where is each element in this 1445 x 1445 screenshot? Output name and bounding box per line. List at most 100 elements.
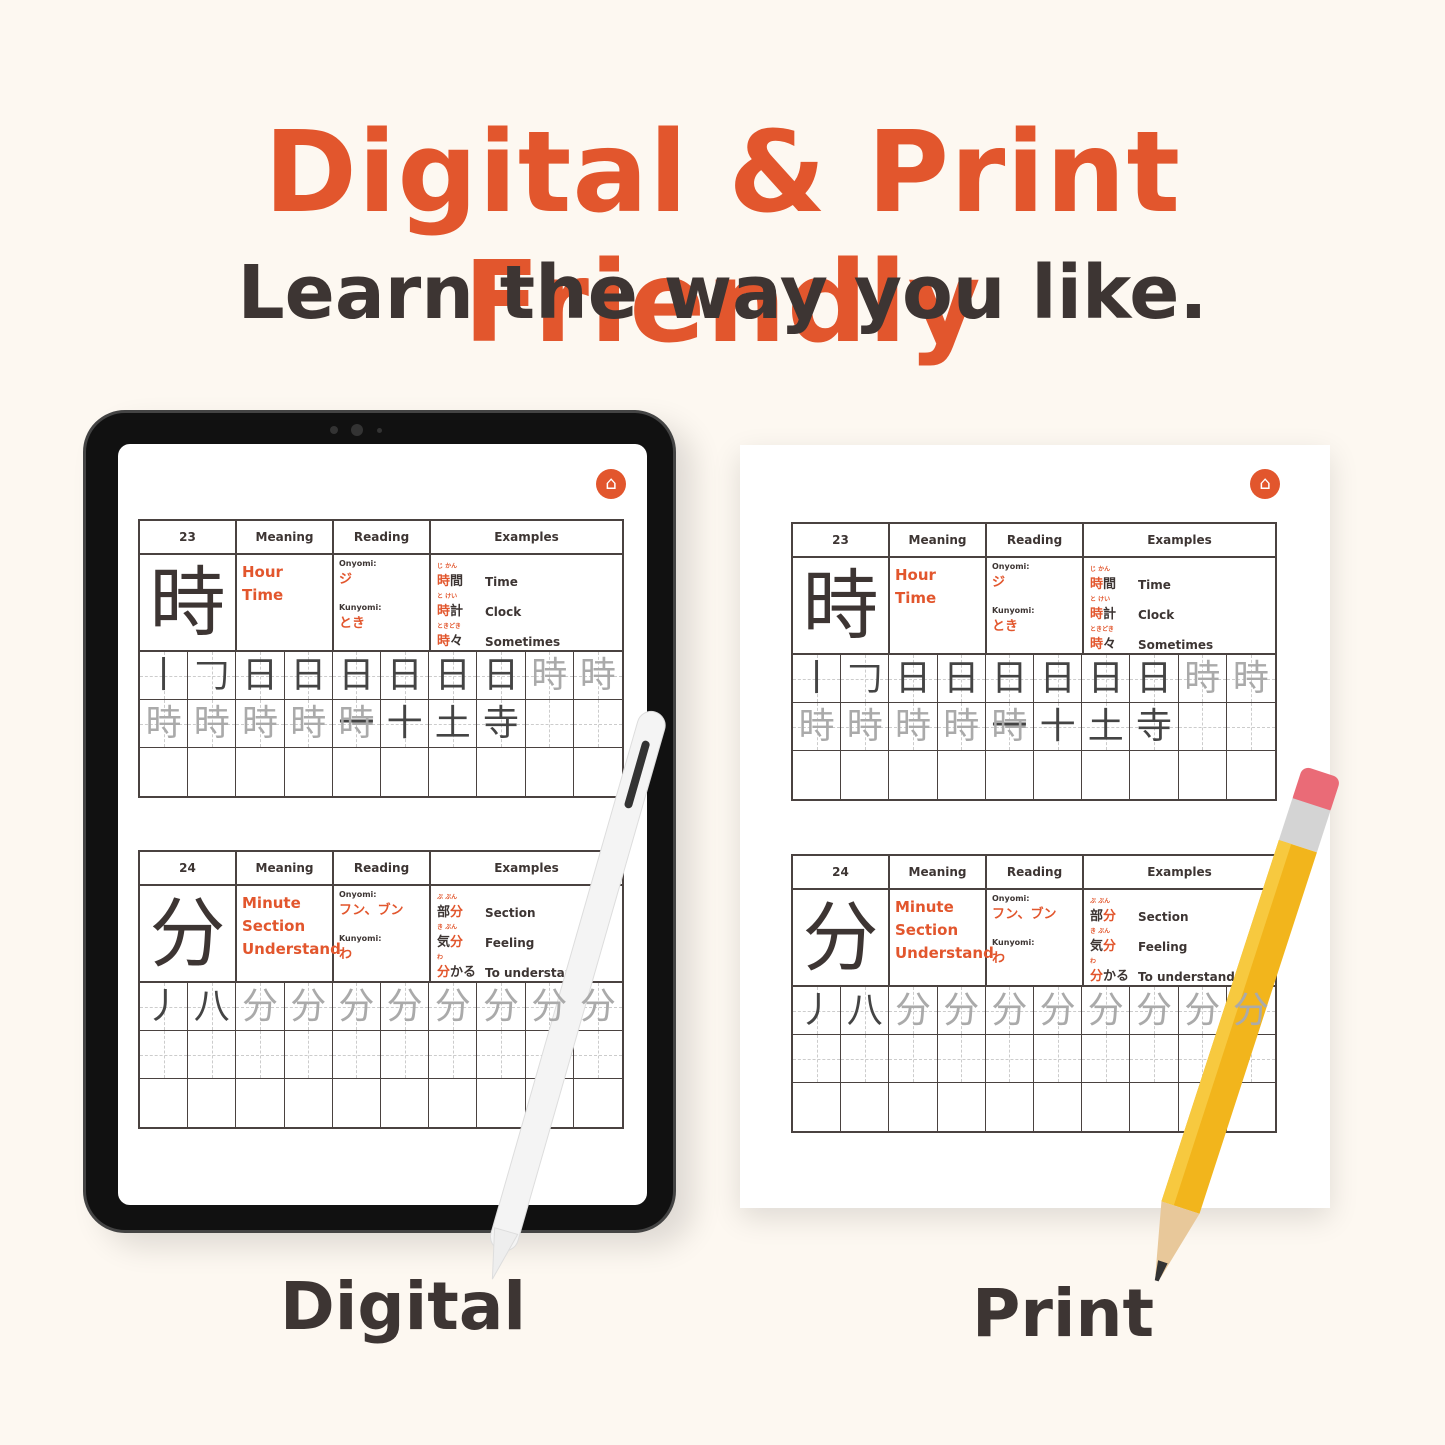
practice-cell[interactable]: 時 (140, 700, 189, 748)
practice-cell[interactable] (236, 1031, 285, 1079)
practice-cell[interactable]: 丨 (140, 652, 189, 700)
practice-cell[interactable] (841, 1035, 890, 1083)
practice-cell[interactable] (793, 751, 842, 799)
practice-cell[interactable] (525, 700, 574, 748)
practice-cell[interactable]: 日一 (332, 652, 381, 744)
practice-cell[interactable] (1226, 703, 1276, 751)
practice-cell[interactable] (1130, 1035, 1179, 1083)
practice-cell[interactable]: 時 (985, 703, 1034, 751)
practice-cell[interactable] (573, 700, 623, 748)
practice-cell[interactable]: 分 (284, 983, 333, 1031)
practice-cell[interactable] (477, 1079, 526, 1127)
practice-cell[interactable] (1179, 1083, 1227, 1131)
practice-cell[interactable] (140, 1031, 189, 1079)
practice-cell[interactable]: 日一 (985, 655, 1034, 747)
practice-cell[interactable] (1130, 751, 1179, 799)
practice-cell[interactable]: 分 (236, 983, 285, 1031)
practice-cell[interactable] (793, 1035, 842, 1083)
practice-cell[interactable] (889, 1083, 938, 1131)
practice-cell[interactable] (1178, 703, 1227, 751)
practice-cell[interactable]: 丿 (140, 983, 189, 1031)
practice-cell[interactable]: 日十 (1034, 655, 1083, 747)
practice-cell[interactable]: 時 (284, 700, 333, 748)
practice-cell[interactable] (188, 1079, 237, 1127)
practice-cell[interactable] (889, 751, 938, 799)
practice-cell[interactable] (526, 748, 574, 796)
practice-cell[interactable] (986, 751, 1034, 799)
practice-cell[interactable] (841, 751, 890, 799)
practice-cell[interactable] (140, 1079, 189, 1127)
practice-cell[interactable] (1179, 751, 1227, 799)
practice-cell[interactable] (985, 1035, 1034, 1083)
practice-cell[interactable] (333, 748, 381, 796)
practice-cell[interactable]: 分 (1226, 987, 1276, 1035)
practice-cell[interactable]: 分 (1178, 987, 1227, 1035)
practice-cell[interactable] (1178, 1035, 1227, 1083)
practice-cell[interactable] (526, 1079, 574, 1127)
practice-cell[interactable]: 時 (188, 700, 237, 748)
practice-cell[interactable] (1034, 1083, 1083, 1131)
practice-cell[interactable]: 分 (1130, 987, 1179, 1035)
practice-cell[interactable] (1226, 1035, 1276, 1083)
practice-cell[interactable]: 時 (1178, 655, 1227, 703)
practice-cell[interactable] (381, 1031, 430, 1079)
practice-cell[interactable] (574, 1079, 622, 1127)
practice-cell[interactable] (285, 748, 333, 796)
practice-cell[interactable] (333, 1079, 381, 1127)
practice-cell[interactable] (841, 1083, 890, 1131)
practice-cell[interactable]: 分 (381, 983, 430, 1031)
practice-cell[interactable]: 時 (1226, 655, 1276, 703)
practice-cell[interactable]: 時 (332, 700, 381, 748)
practice-cell[interactable] (381, 1079, 430, 1127)
practice-cell[interactable]: 日土 (429, 652, 478, 744)
practice-cell[interactable]: 八 (841, 987, 890, 1035)
practice-cell[interactable] (1227, 751, 1275, 799)
practice-cell[interactable] (381, 748, 430, 796)
practice-cell[interactable] (937, 1035, 986, 1083)
practice-cell[interactable]: 𠃌 (841, 655, 890, 703)
practice-cell[interactable] (285, 1079, 333, 1127)
practice-cell[interactable]: 丿 (793, 987, 842, 1035)
practice-cell[interactable]: 時 (525, 652, 574, 700)
practice-cell[interactable] (429, 748, 478, 796)
practice-cell[interactable] (986, 1083, 1034, 1131)
practice-cell[interactable]: 時 (236, 700, 285, 748)
practice-cell[interactable] (1082, 751, 1131, 799)
practice-cell[interactable] (477, 1031, 526, 1079)
practice-cell[interactable] (236, 1079, 285, 1127)
practice-cell[interactable] (573, 1031, 623, 1079)
practice-cell[interactable]: 時 (573, 652, 623, 700)
practice-cell[interactable] (332, 1031, 381, 1079)
practice-cell[interactable]: 日寺 (477, 652, 526, 744)
practice-cell[interactable]: 丨 (793, 655, 842, 703)
practice-cell[interactable]: 分 (1082, 987, 1131, 1035)
practice-cell[interactable] (429, 1031, 478, 1079)
practice-cell[interactable] (1227, 1083, 1275, 1131)
practice-cell[interactable] (574, 748, 622, 796)
practice-cell[interactable]: 分 (889, 987, 938, 1035)
practice-cell[interactable] (793, 1083, 842, 1131)
practice-cell[interactable] (429, 1079, 478, 1127)
practice-cell[interactable] (525, 1031, 574, 1079)
practice-cell[interactable]: 日 (889, 655, 938, 703)
practice-cell[interactable] (284, 1031, 333, 1079)
practice-cell[interactable]: 𠃌 (188, 652, 237, 700)
practice-cell[interactable]: 八 (188, 983, 237, 1031)
practice-cell[interactable]: 分 (525, 983, 574, 1031)
practice-cell[interactable] (236, 748, 285, 796)
practice-cell[interactable] (188, 748, 237, 796)
practice-cell[interactable]: 分 (937, 987, 986, 1035)
practice-cell[interactable]: 分 (429, 983, 478, 1031)
practice-cell[interactable]: 日 (236, 652, 285, 700)
practice-cell[interactable]: 日 (284, 652, 333, 700)
practice-cell[interactable]: 日土 (1082, 655, 1131, 747)
practice-cell[interactable]: 時 (793, 703, 842, 751)
practice-cell[interactable]: 時 (889, 703, 938, 751)
practice-cell[interactable] (1034, 1035, 1083, 1083)
practice-cell[interactable]: 日 (937, 655, 986, 703)
practice-cell[interactable]: 日十 (381, 652, 430, 744)
practice-cell[interactable] (477, 748, 526, 796)
practice-cell[interactable]: 分 (1034, 987, 1083, 1035)
practice-cell[interactable]: 時 (841, 703, 890, 751)
practice-cell[interactable] (1082, 1083, 1131, 1131)
